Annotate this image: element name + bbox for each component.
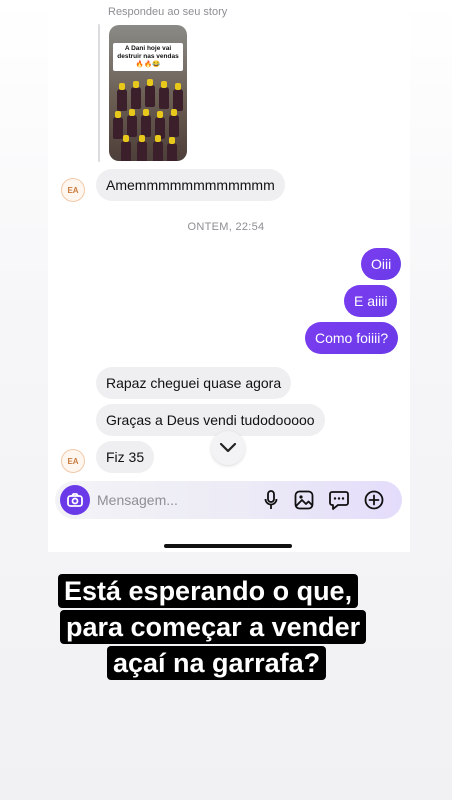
more-button[interactable] [363, 489, 385, 511]
message-incoming[interactable]: Rapaz cheguei quase agora [96, 367, 292, 399]
avatar[interactable]: EA [61, 449, 85, 473]
message-outgoing[interactable]: E aiiii [344, 285, 398, 317]
message-composer [55, 481, 402, 519]
reply-quote-bar [98, 24, 100, 162]
microphone-button[interactable] [260, 489, 282, 511]
overlay-text-line: açaí na garrafa? [107, 646, 327, 680]
overlay-text-line: para começar a vender [60, 610, 367, 644]
story-thumbnail-text: A Dani hoje vai destruir nas vendas🔥🔥😂 [113, 43, 183, 71]
sticker-button[interactable] [328, 489, 350, 511]
sticker-icon [329, 491, 349, 510]
avatar[interactable]: EA [61, 178, 85, 202]
message-incoming[interactable]: Graças a Deus vendi tudodooooo [96, 404, 325, 436]
story-reply-caption: Respondeu ao seu story [108, 6, 228, 18]
message-outgoing[interactable]: Como foiiii? [305, 322, 399, 354]
story-thumbnail[interactable]: A Dani hoje vai destruir nas vendas🔥🔥😂 [109, 25, 187, 161]
message-incoming[interactable]: Fiz 35 [96, 441, 155, 473]
overlay-text-line: Está esperando o que, [58, 574, 359, 608]
message-input[interactable] [97, 490, 247, 510]
plus-icon [364, 490, 384, 510]
camera-button[interactable] [60, 485, 90, 515]
microphone-icon [264, 490, 278, 509]
camera-icon [67, 493, 83, 507]
image-icon [294, 490, 314, 510]
home-indicator [164, 544, 292, 548]
gallery-button[interactable] [293, 489, 315, 511]
scroll-down-button[interactable] [211, 431, 245, 465]
message-outgoing[interactable]: Oiii [361, 248, 402, 280]
chevron-down-icon [220, 443, 236, 453]
message-timestamp: ONTEM, 22:54 [187, 221, 265, 233]
message-incoming[interactable]: Amemmmmmmmmmmmm [96, 169, 285, 201]
